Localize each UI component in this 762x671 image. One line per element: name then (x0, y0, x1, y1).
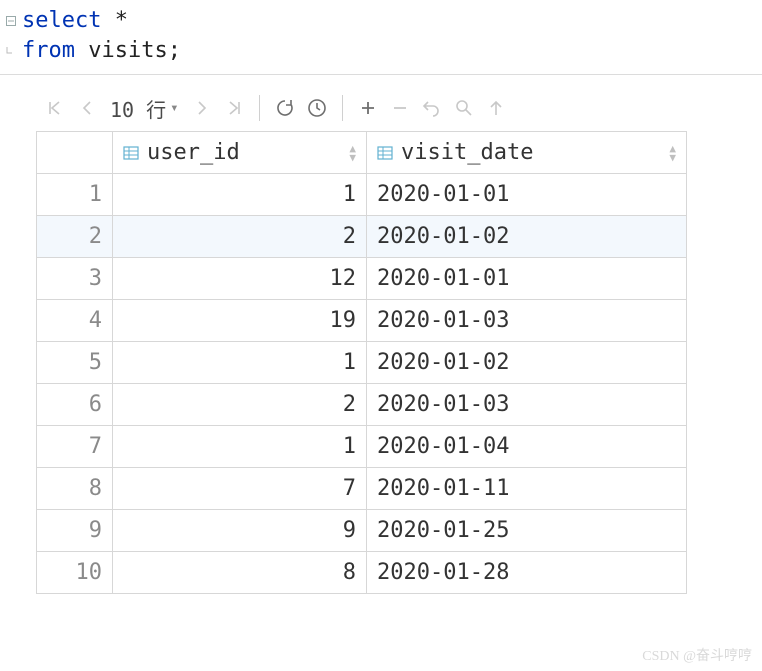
column-label: user_id (147, 140, 240, 165)
row-number: 6 (37, 384, 113, 426)
row-number-header[interactable] (37, 132, 113, 174)
cell-visit-date[interactable]: 2020-01-02 (367, 342, 687, 384)
cell-user-id[interactable]: 8 (113, 552, 367, 594)
prev-page-button[interactable] (72, 93, 102, 123)
remove-row-button[interactable] (385, 93, 415, 123)
sql-line-2: from visits; (22, 36, 181, 66)
cell-visit-date[interactable]: 2020-01-01 (367, 258, 687, 300)
cell-visit-date[interactable]: 2020-01-25 (367, 510, 687, 552)
table-row[interactable]: 872020-01-11 (37, 468, 687, 510)
column-icon (377, 145, 393, 161)
results-table: user_id ▲▼ visit_date ▲▼ 112020-01-01222… (36, 131, 687, 594)
table-row[interactable]: 712020-01-04 (37, 426, 687, 468)
sort-icon[interactable]: ▲▼ (349, 144, 356, 162)
results-toolbar: 10 行 ▾ (36, 89, 762, 131)
table-row[interactable]: 4192020-01-03 (37, 300, 687, 342)
row-number: 1 (37, 174, 113, 216)
cell-visit-date[interactable]: 2020-01-02 (367, 216, 687, 258)
chevron-down-icon: ▾ (170, 100, 178, 116)
table-row[interactable]: 3122020-01-01 (37, 258, 687, 300)
column-header-user-id[interactable]: user_id ▲▼ (113, 132, 367, 174)
preview-changes-button[interactable] (449, 93, 479, 123)
column-icon (123, 145, 139, 161)
row-number: 9 (37, 510, 113, 552)
table-row[interactable]: 512020-01-02 (37, 342, 687, 384)
refresh-button[interactable] (270, 93, 300, 123)
row-number: 10 (37, 552, 113, 594)
cell-visit-date[interactable]: 2020-01-03 (367, 384, 687, 426)
table-row[interactable]: 622020-01-03 (37, 384, 687, 426)
toolbar-separator (259, 95, 260, 121)
sql-line-1: select * (22, 6, 128, 36)
cell-user-id[interactable]: 9 (113, 510, 367, 552)
cell-user-id[interactable]: 2 (113, 216, 367, 258)
cell-visit-date[interactable]: 2020-01-04 (367, 426, 687, 468)
auto-refresh-button[interactable] (302, 93, 332, 123)
row-number: 7 (37, 426, 113, 468)
cell-visit-date[interactable]: 2020-01-01 (367, 174, 687, 216)
sql-editor[interactable]: select * from visits; (0, 0, 762, 75)
cell-visit-date[interactable]: 2020-01-11 (367, 468, 687, 510)
revert-button[interactable] (417, 93, 447, 123)
page-size-label: 10 行 (110, 94, 166, 123)
row-number: 8 (37, 468, 113, 510)
table-row[interactable]: 112020-01-01 (37, 174, 687, 216)
cell-user-id[interactable]: 19 (113, 300, 367, 342)
column-label: visit_date (401, 140, 533, 165)
table-row[interactable]: 1082020-01-28 (37, 552, 687, 594)
last-page-button[interactable] (219, 93, 249, 123)
cell-user-id[interactable]: 1 (113, 426, 367, 468)
results-panel: 10 行 ▾ (0, 75, 762, 594)
sort-icon[interactable]: ▲▼ (669, 144, 676, 162)
fold-end-icon (0, 46, 22, 56)
table-row[interactable]: 992020-01-25 (37, 510, 687, 552)
next-page-button[interactable] (187, 93, 217, 123)
row-number: 4 (37, 300, 113, 342)
cell-user-id[interactable]: 1 (113, 174, 367, 216)
table-row[interactable]: 222020-01-02 (37, 216, 687, 258)
page-size-dropdown[interactable]: 10 行 ▾ (104, 94, 185, 123)
add-row-button[interactable] (353, 93, 383, 123)
cell-visit-date[interactable]: 2020-01-03 (367, 300, 687, 342)
cell-user-id[interactable]: 1 (113, 342, 367, 384)
toolbar-separator (342, 95, 343, 121)
fold-marker-icon[interactable] (0, 16, 22, 26)
row-number: 3 (37, 258, 113, 300)
cell-visit-date[interactable]: 2020-01-28 (367, 552, 687, 594)
table-body: 112020-01-01222020-01-023122020-01-01419… (37, 174, 687, 594)
cell-user-id[interactable]: 7 (113, 468, 367, 510)
first-page-button[interactable] (40, 93, 70, 123)
cell-user-id[interactable]: 12 (113, 258, 367, 300)
watermark: CSDN @奋斗哼哼 (642, 645, 752, 665)
cell-user-id[interactable]: 2 (113, 384, 367, 426)
commit-button[interactable] (481, 93, 511, 123)
row-number: 2 (37, 216, 113, 258)
row-number: 5 (37, 342, 113, 384)
column-header-visit-date[interactable]: visit_date ▲▼ (367, 132, 687, 174)
